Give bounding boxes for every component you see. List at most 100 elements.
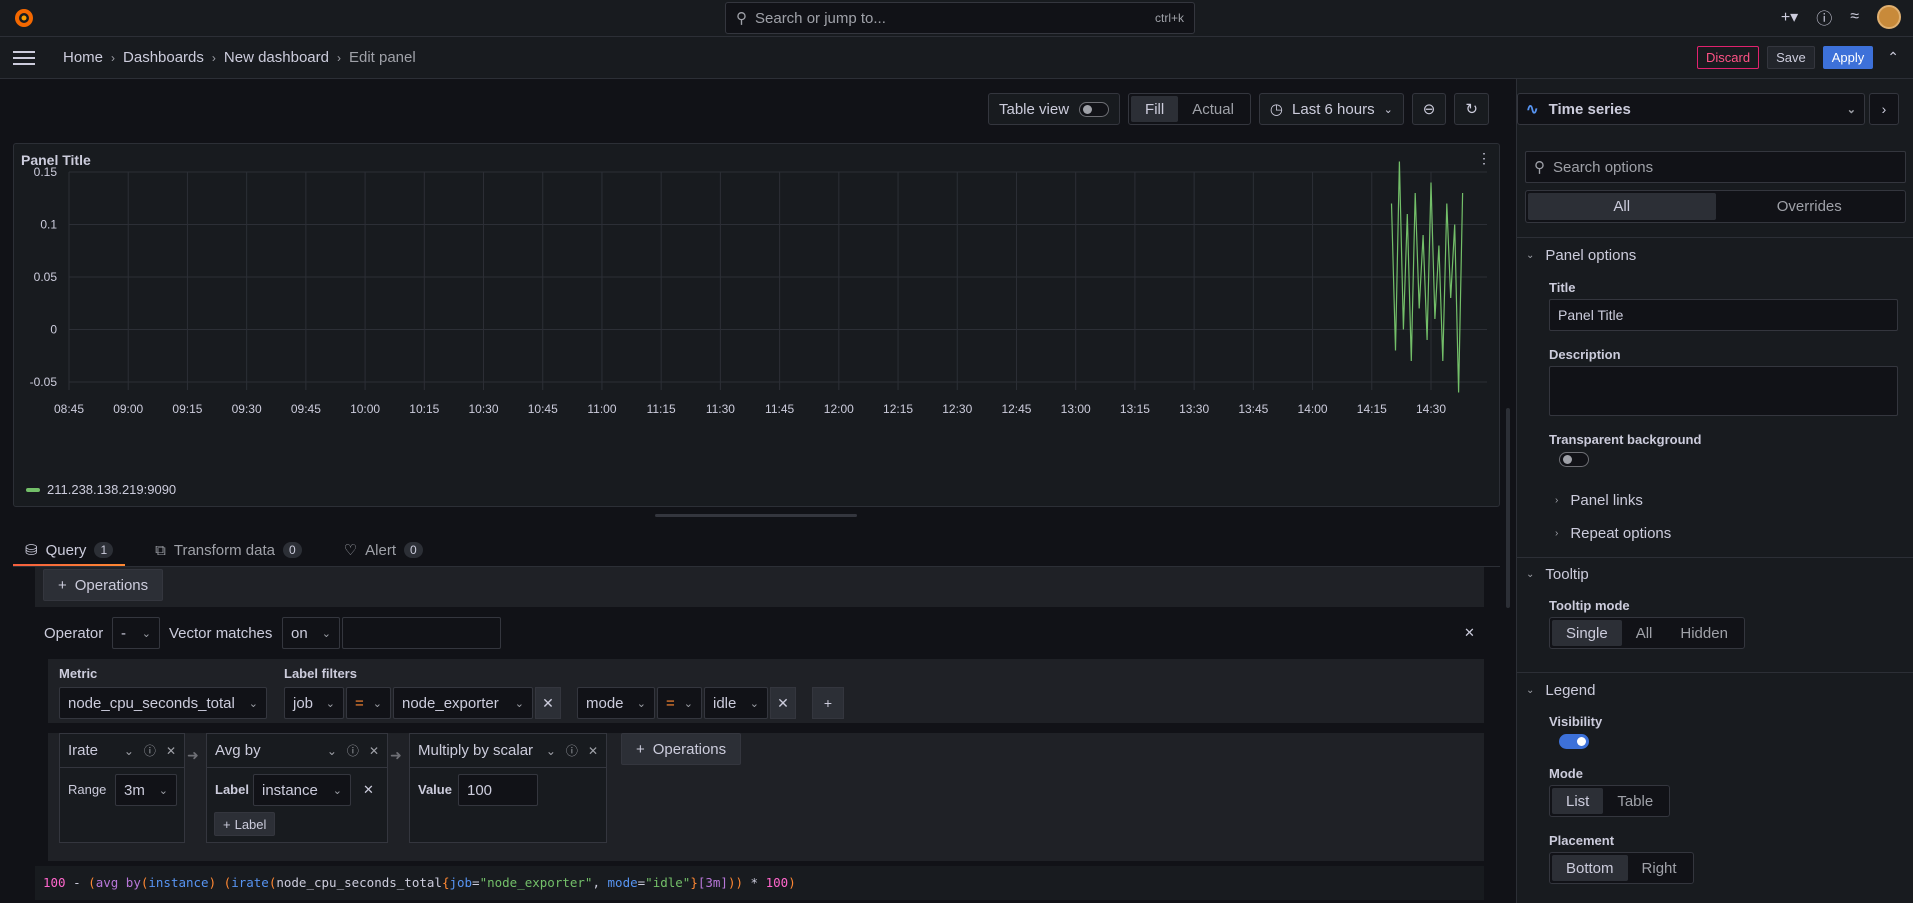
filter-value-select[interactable]: node_exporter ⌄: [393, 687, 533, 719]
tab-transform[interactable]: ⧉ Transform data 0: [143, 534, 314, 566]
legend-item[interactable]: 211.238.138.219:9090: [26, 482, 176, 497]
vector-matches-input[interactable]: [342, 617, 501, 649]
close-icon[interactable]: ✕: [166, 744, 176, 758]
param-label: Label: [215, 782, 249, 797]
close-icon[interactable]: ✕: [369, 744, 379, 758]
save-button[interactable]: Save: [1767, 46, 1815, 69]
visualization-picker[interactable]: ∿ Time series ⌄: [1517, 93, 1865, 125]
filter-label-select[interactable]: job ⌄: [284, 687, 344, 719]
tooltip-hidden-option[interactable]: Hidden: [1666, 620, 1742, 646]
operations-button-top[interactable]: + Operations: [43, 569, 164, 601]
tab-transform-label: Transform data: [173, 541, 275, 559]
operator-label: Operator: [44, 625, 104, 642]
search-input[interactable]: ⚲ Search or jump to... ctrl+k: [725, 2, 1195, 34]
query-expression[interactable]: 100 - (avg by(instance) (irate(node_cpu_…: [35, 866, 1484, 900]
info-icon[interactable]: ⓘ: [144, 742, 156, 759]
filter-op-select[interactable]: = ⌄: [346, 687, 391, 719]
zoom-out-button[interactable]: ⊖: [1411, 93, 1447, 125]
title-input[interactable]: Panel Title: [1549, 299, 1898, 331]
options-search-input[interactable]: ⚲ Search options: [1525, 151, 1906, 183]
visibility-toggle[interactable]: [1559, 734, 1589, 749]
operations-button[interactable]: + Operations: [621, 733, 742, 765]
collapse-options-button[interactable]: ›: [1869, 93, 1899, 125]
rss-icon[interactable]: ≈: [1850, 8, 1859, 26]
panel-links-section[interactable]: › Panel links: [1555, 492, 1643, 509]
filter-op-select[interactable]: = ⌄: [657, 687, 702, 719]
chevron-down-icon[interactable]: ⌄: [546, 744, 556, 758]
label-value: instance: [262, 781, 318, 799]
tooltip-single-option[interactable]: Single: [1552, 620, 1622, 646]
operations-label: Operations: [652, 740, 727, 758]
add-filter-button[interactable]: +: [812, 687, 844, 719]
metric-value: node_cpu_seconds_total: [68, 694, 235, 712]
close-icon[interactable]: ✕: [588, 744, 598, 758]
chevron-down-icon[interactable]: ⌄: [327, 744, 337, 758]
operations-header: + Operations: [35, 567, 1484, 607]
vector-matches-select[interactable]: on ⌄: [282, 617, 340, 649]
tab-query[interactable]: ⛁ Query 1: [13, 534, 126, 567]
transparent-toggle[interactable]: [1559, 452, 1589, 467]
divider: [1516, 557, 1913, 558]
label-select[interactable]: instance ⌄: [253, 774, 351, 806]
tab-alert[interactable]: ♡ Alert 0: [332, 534, 435, 566]
param-label: Value: [418, 782, 452, 797]
x-tick-label: 14:00: [1298, 402, 1328, 416]
filter-label-select[interactable]: mode ⌄: [577, 687, 655, 719]
chevron-up-icon[interactable]: ⌃: [1887, 49, 1899, 66]
fill-option[interactable]: Fill: [1131, 96, 1179, 122]
value-input[interactable]: 100: [458, 774, 538, 806]
repeat-options-section[interactable]: › Repeat options: [1555, 525, 1671, 542]
legend-table-option[interactable]: Table: [1603, 788, 1667, 814]
chevron-down-icon[interactable]: ⌄: [124, 744, 134, 758]
close-icon[interactable]: ✕: [1464, 625, 1475, 641]
tooltip-section[interactable]: ⌄ Tooltip: [1526, 566, 1589, 583]
chevron-down-icon: ⌄: [636, 697, 646, 710]
breadcrumb-home[interactable]: Home: [63, 49, 103, 66]
range-select[interactable]: 3m ⌄: [115, 774, 177, 806]
breadcrumb-dashboards[interactable]: Dashboards: [123, 49, 204, 66]
operation-name: Irate: [68, 742, 99, 759]
chevron-down-icon: ⌄: [1526, 569, 1535, 580]
add-label-button[interactable]: + Label: [214, 812, 276, 836]
scrollbar[interactable]: [1506, 408, 1510, 608]
all-option[interactable]: All: [1528, 193, 1716, 220]
panel-options-section[interactable]: ⌄ Panel options: [1526, 247, 1636, 264]
legend-bottom-option[interactable]: Bottom: [1552, 855, 1628, 881]
search-icon: ⚲: [736, 10, 747, 27]
tooltip-all-option[interactable]: All: [1622, 620, 1667, 646]
remove-filter-button[interactable]: ✕: [535, 687, 561, 719]
discard-button[interactable]: Discard: [1697, 46, 1760, 69]
time-range-picker[interactable]: ◷ Last 6 hours ⌄: [1258, 93, 1404, 125]
filter-value-select[interactable]: idle ⌄: [704, 687, 768, 719]
table-view-label: Table view: [999, 100, 1070, 118]
arrow-right-icon: ➜: [390, 747, 402, 763]
x-tick-label: 10:30: [469, 402, 499, 416]
breadcrumb-new-dashboard[interactable]: New dashboard: [224, 49, 329, 66]
vector-matches-value: on: [291, 624, 308, 642]
description-textarea[interactable]: [1549, 366, 1898, 416]
y-tick-label: 0.15: [34, 165, 58, 179]
x-tick-label: 13:45: [1238, 402, 1268, 416]
legend-section[interactable]: ⌄ Legend: [1526, 682, 1595, 699]
info-icon[interactable]: ⓘ: [566, 742, 578, 759]
operator-select[interactable]: - ⌄: [112, 617, 160, 649]
help-icon[interactable]: ⓘ: [1816, 5, 1832, 29]
overrides-option[interactable]: Overrides: [1716, 193, 1904, 220]
table-view-toggle[interactable]: Table view: [988, 93, 1121, 125]
avatar[interactable]: [1877, 5, 1901, 29]
visibility-label: Visibility: [1549, 714, 1603, 729]
close-icon[interactable]: ✕: [363, 782, 374, 798]
info-icon[interactable]: ⓘ: [347, 742, 359, 759]
metric-select[interactable]: node_cpu_seconds_total ⌄: [59, 687, 267, 719]
toggle-switch[interactable]: [1079, 101, 1110, 117]
resize-handle[interactable]: [655, 514, 857, 517]
legend-right-option[interactable]: Right: [1628, 855, 1691, 881]
menu-icon[interactable]: [13, 50, 35, 65]
actual-option[interactable]: Actual: [1178, 96, 1248, 122]
plus-icon[interactable]: +▾: [1781, 7, 1798, 27]
grafana-logo-icon[interactable]: [12, 6, 36, 30]
remove-filter-button[interactable]: ✕: [770, 687, 796, 719]
legend-list-option[interactable]: List: [1552, 788, 1604, 814]
apply-button[interactable]: Apply: [1822, 46, 1874, 69]
refresh-button[interactable]: ↻: [1454, 93, 1489, 125]
